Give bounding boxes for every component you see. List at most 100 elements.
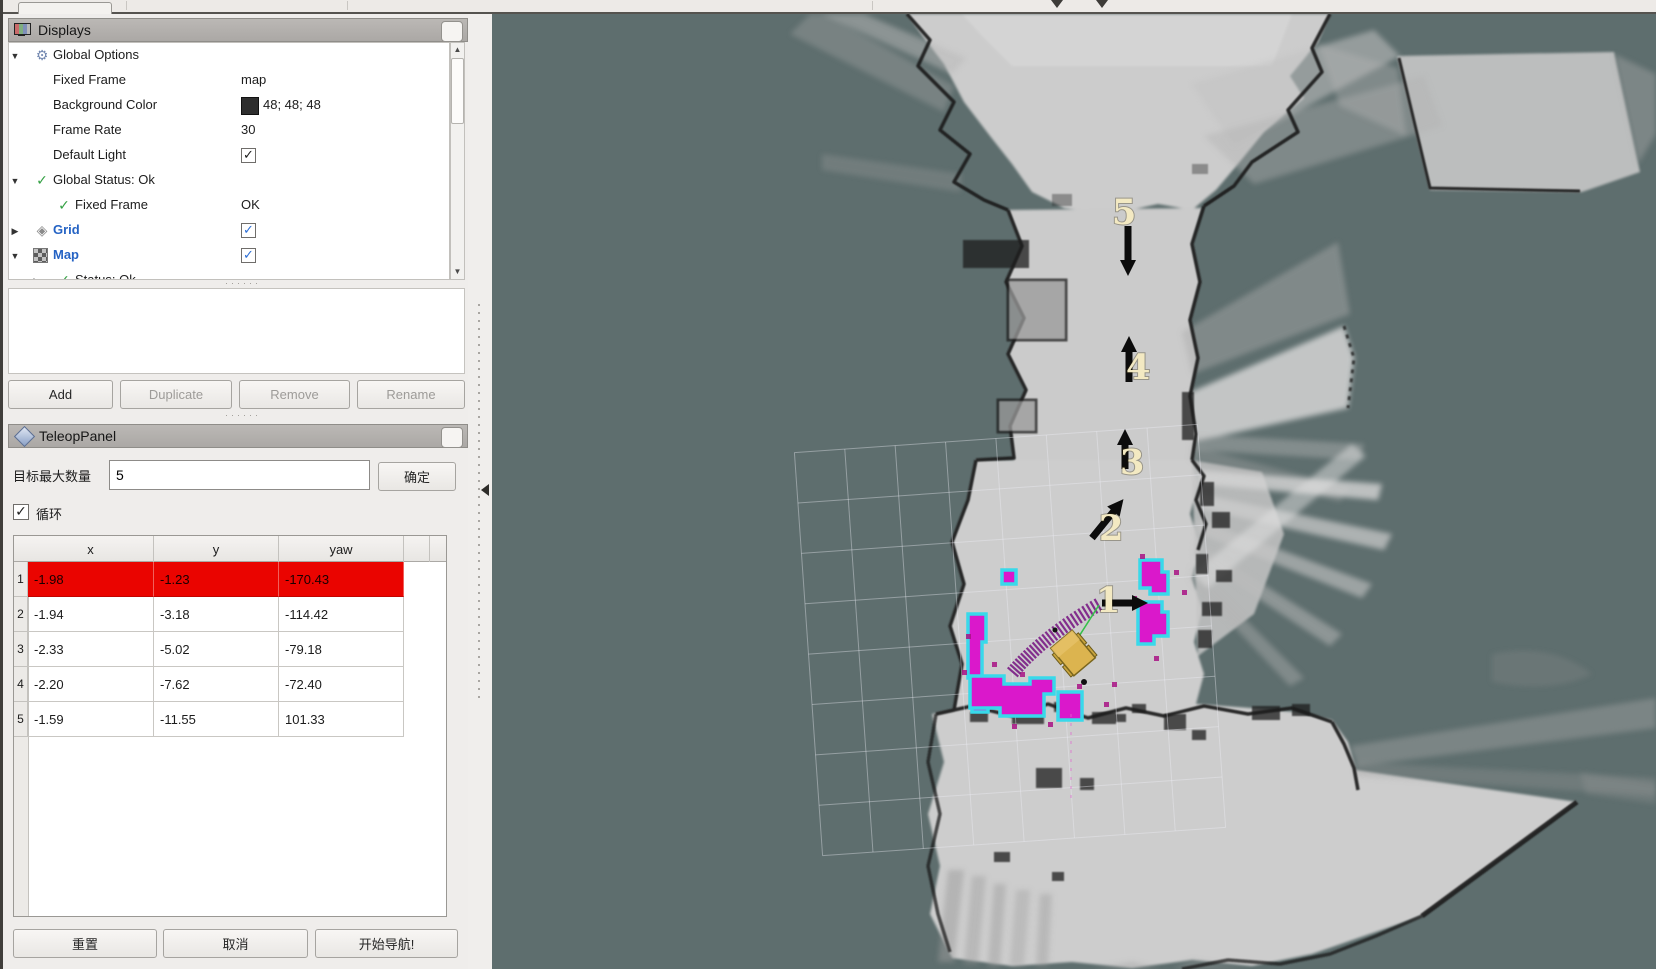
- table-row[interactable]: 4-2.20-7.62-72.40: [14, 667, 428, 702]
- teleop-panel-header[interactable]: TeleopPanel: [8, 424, 468, 448]
- tree-row-global-status-ok[interactable]: ▼✓Global Status: Ok: [9, 168, 449, 193]
- max-targets-label: 目标最大数量: [13, 466, 91, 485]
- cell-x[interactable]: -1.98: [28, 562, 154, 597]
- tree-row-global-options[interactable]: ▼ ⚙Global Options: [9, 43, 449, 68]
- displays-panel-header[interactable]: Displays: [8, 18, 468, 42]
- confirm-button[interactable]: 确定: [378, 462, 456, 491]
- costmap-blob: [1058, 692, 1082, 720]
- dropdown-arrow-icon[interactable]: [1096, 0, 1108, 8]
- toolbar-separator: [126, 1, 127, 10]
- column-header-yaw[interactable]: yaw: [279, 536, 404, 562]
- tree-item-label: Frame Rate: [53, 122, 122, 137]
- rviz-window: { "toolbar": {"icons": ["tool-button", "…: [0, 0, 1656, 969]
- scroll-down-icon[interactable]: ▼: [451, 265, 464, 279]
- cancel-button[interactable]: 取消: [163, 929, 308, 958]
- tree-row-frame-rate[interactable]: Frame Rate 30: [9, 118, 449, 143]
- row-number[interactable]: 2: [14, 597, 28, 632]
- cell-yaw[interactable]: -72.40: [279, 667, 404, 702]
- expander-down-icon[interactable]: ▼: [9, 251, 21, 261]
- tree-item-value[interactable]: 30: [241, 122, 255, 137]
- vertical-splitter[interactable]: [468, 14, 492, 969]
- left-panel-column: Displays ▼ ⚙Global Options Fixed Frame map B…: [3, 14, 468, 969]
- tree-row-fixed-frame[interactable]: Fixed Frame map: [9, 68, 449, 93]
- cell-y[interactable]: -7.62: [154, 667, 279, 702]
- tree-item-label: Default Light: [53, 147, 126, 162]
- tree-row-default-light[interactable]: Default Light ✓: [9, 143, 449, 168]
- row-number[interactable]: 4: [14, 667, 28, 702]
- cell-yaw[interactable]: -114.42: [279, 597, 404, 632]
- render-viewport[interactable]: 12345: [492, 14, 1656, 969]
- start-navigation-button[interactable]: 开始导航!: [315, 929, 458, 958]
- row-number[interactable]: 3: [14, 632, 28, 667]
- table-row[interactable]: 3-2.33-5.02-79.18: [14, 632, 428, 667]
- tree-item-value[interactable]: map: [241, 72, 266, 87]
- cell-yaw[interactable]: 101.33: [279, 702, 404, 737]
- table-row[interactable]: 1-1.98-1.23-170.43: [14, 562, 428, 597]
- scrollbar-thumb[interactable]: [451, 58, 464, 124]
- displays-panel-title: Displays: [38, 22, 91, 38]
- tree-row-grid[interactable]: ▶◈Grid✓: [9, 218, 449, 243]
- panel-detach-button[interactable]: [441, 427, 463, 448]
- monitor-icon: [14, 23, 31, 37]
- enable-checkbox[interactable]: ✓: [241, 223, 256, 238]
- waypoint-table[interactable]: xyyaw 1-1.98-1.23-170.432-1.94-3.18-114.…: [13, 535, 447, 917]
- gear-icon: ⚙: [33, 46, 51, 64]
- cell-y[interactable]: -5.02: [154, 632, 279, 667]
- tree-item-value[interactable]: OK: [241, 197, 260, 212]
- cell-y[interactable]: -1.23: [154, 562, 279, 597]
- horizontal-splitter[interactable]: ······: [225, 410, 261, 420]
- column-header-y[interactable]: y: [154, 536, 279, 562]
- expander-right-icon[interactable]: ▶: [31, 276, 43, 280]
- costmap-blob: [1002, 570, 1016, 584]
- tree-row-fixed-frame[interactable]: ✓Fixed FrameOK: [9, 193, 449, 218]
- cell-x[interactable]: -2.20: [28, 667, 154, 702]
- cell-yaw[interactable]: -79.18: [279, 632, 404, 667]
- enable-checkbox[interactable]: ✓: [241, 148, 256, 163]
- scroll-up-icon[interactable]: ▲: [451, 43, 464, 57]
- table-row[interactable]: 2-1.94-3.18-114.42: [14, 597, 428, 632]
- tree-row-background-color[interactable]: Background Color 48; 48; 48: [9, 93, 449, 118]
- costmap-blob: [1138, 602, 1168, 644]
- tree-item-label: Grid: [53, 222, 80, 237]
- cell-x[interactable]: -1.59: [28, 702, 154, 737]
- cell-x[interactable]: -2.33: [28, 632, 154, 667]
- color-swatch[interactable]: [241, 97, 259, 115]
- toolbar-separator: [347, 1, 348, 10]
- tree-item-label: Map: [53, 247, 79, 262]
- toolbar-separator: [872, 1, 873, 10]
- map-speck: [1053, 628, 1058, 633]
- row-number[interactable]: 5: [14, 702, 28, 737]
- horizontal-splitter[interactable]: ······: [225, 278, 261, 288]
- loop-checkbox[interactable]: ✓: [13, 504, 29, 520]
- table-header-row: xyyaw: [14, 536, 446, 562]
- panel-detach-button[interactable]: [441, 21, 463, 42]
- remove-button[interactable]: Remove: [239, 380, 350, 409]
- tree-row-map[interactable]: ▼ Map ✓: [9, 243, 449, 268]
- add-button[interactable]: Add: [8, 380, 113, 409]
- expander-right-icon[interactable]: ▶: [9, 226, 21, 237]
- row-number[interactable]: 1: [14, 562, 28, 597]
- cell-y[interactable]: -3.18: [154, 597, 279, 632]
- cell-y[interactable]: -11.55: [154, 702, 279, 737]
- dropdown-arrow-icon[interactable]: [1051, 0, 1063, 8]
- tree-item-label: Global Options: [53, 47, 139, 62]
- displays-tree[interactable]: ▼ ⚙Global Options Fixed Frame map Background…: [8, 42, 450, 280]
- max-targets-input[interactable]: [109, 460, 370, 490]
- cell-x[interactable]: -1.94: [28, 597, 154, 632]
- rename-button[interactable]: Rename: [357, 380, 465, 409]
- expander-down-icon[interactable]: ▼: [9, 176, 21, 186]
- table-row[interactable]: 5-1.59-11.55101.33: [14, 702, 428, 737]
- column-header-x[interactable]: x: [28, 536, 154, 562]
- tree-item-value[interactable]: 48; 48; 48: [263, 97, 321, 112]
- collapse-arrow-icon[interactable]: [481, 484, 489, 496]
- tree-item-label: Fixed Frame: [53, 72, 126, 87]
- duplicate-button[interactable]: Duplicate: [120, 380, 232, 409]
- svg-text:4: 4: [1126, 347, 1150, 388]
- enable-checkbox[interactable]: ✓: [241, 248, 256, 263]
- tree-item-label: Global Status: Ok: [53, 172, 155, 187]
- reset-button[interactable]: 重置: [13, 929, 157, 958]
- cell-yaw[interactable]: -170.43: [279, 562, 404, 597]
- description-box: [8, 288, 465, 374]
- tree-scrollbar[interactable]: ▲ ▼: [450, 42, 465, 280]
- expander-down-icon[interactable]: ▼: [9, 51, 21, 61]
